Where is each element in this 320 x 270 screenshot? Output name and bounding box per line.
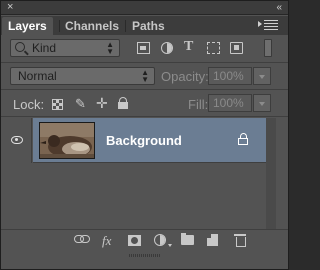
link-layers-icon[interactable] [74,235,90,243]
adjustment-layer-icon[interactable] [154,234,166,246]
lock-transparent-pixels-icon[interactable] [52,99,63,110]
search-icon [15,42,25,52]
layer-lock-icon [238,133,248,145]
fill-dropdown-button[interactable] [253,94,271,112]
blend-row: Normal ▲ ▼ Opacity: 100% [1,64,288,88]
opacity-field[interactable]: 100% [208,67,252,85]
chevron-updown-icon: ▲ ▼ [141,68,149,84]
tab-channels[interactable]: Channels [59,17,125,35]
layers-list: Background [1,118,288,229]
new-group-icon[interactable] [181,233,194,245]
layers-bottom-toolbar: fx [1,229,288,251]
opacity-dropdown-button[interactable] [253,67,271,85]
panel-menu-icon[interactable] [258,20,278,32]
fill-label: Fill: [188,97,209,112]
adjustment-filter-icon[interactable] [161,42,173,54]
layer-name[interactable]: Background [106,133,182,148]
type-filter-icon[interactable]: T [184,39,193,55]
chevron-down-icon [168,244,172,247]
collapse-icon[interactable]: « [276,2,281,13]
new-layer-icon[interactable] [207,234,218,246]
pixel-filter-icon[interactable] [137,42,150,54]
eye-icon [11,136,23,144]
lock-image-pixels-icon[interactable]: ✎ [75,96,86,112]
fill-field[interactable]: 100% [208,94,252,112]
tab-paths[interactable]: Paths [126,17,171,35]
resize-grip[interactable] [1,252,288,269]
chevron-updown-icon: ▲ ▼ [106,40,114,56]
delete-layer-icon[interactable] [234,234,246,247]
visibility-toggle[interactable] [1,118,32,163]
tab-bar: Layers Channels Paths [1,16,288,35]
filter-kind-select[interactable]: Kind ▲ ▼ [10,39,120,57]
layers-panel: × « Layers Channels Paths Kind ▲ ▼ T Norm… [0,0,289,270]
blend-mode-select[interactable]: Normal ▲ ▼ [10,67,155,85]
layer-thumbnail [39,122,95,159]
layer-filter-row: Kind ▲ ▼ T [1,35,288,61]
add-mask-icon[interactable] [128,235,141,246]
blend-mode-value: Normal [18,69,57,83]
fx-icon[interactable]: fx [102,233,111,249]
panel-collapse-bar[interactable]: × « [1,1,288,15]
close-panel-icon[interactable]: × [7,1,13,13]
tab-layers[interactable]: Layers [2,17,53,35]
lock-position-icon[interactable]: ✛ [96,95,108,112]
filter-toggle-switch[interactable] [264,39,272,57]
divider [1,116,288,117]
smart-object-filter-icon[interactable] [230,42,243,54]
layer-row[interactable]: Background [1,118,266,163]
lock-label: Lock: [13,97,45,112]
grip-lines [129,254,161,257]
opacity-label: Opacity: [161,69,209,84]
layers-scrollbar[interactable] [266,118,276,229]
layer-row-selected[interactable]: Background [33,118,266,163]
filter-kind-label: Kind [32,41,57,55]
divider [1,89,288,90]
lock-row: Lock: ✎ ✛ Fill: 100% [1,91,288,115]
shape-filter-icon[interactable] [207,42,220,54]
divider [1,62,288,63]
lock-all-icon[interactable] [118,97,128,109]
